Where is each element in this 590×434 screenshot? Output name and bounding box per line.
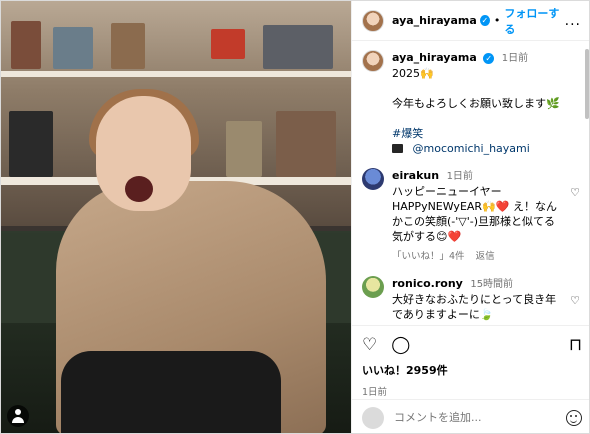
verified-icon: ✓ xyxy=(479,15,490,26)
hashtag-link[interactable]: #爆笑 xyxy=(392,126,582,141)
action-bar: ♡ ◯ ⊓ いいね！2959件 1日前 xyxy=(352,325,589,398)
figure xyxy=(11,21,41,69)
figure xyxy=(111,23,145,69)
person-mouth xyxy=(125,176,153,202)
header-username[interactable]: aya_hirayama xyxy=(392,14,477,27)
comment-box xyxy=(352,399,589,433)
comment-username[interactable]: ronico.rony xyxy=(392,277,463,290)
avatar[interactable] xyxy=(362,276,384,298)
heart-icon[interactable]: ♡ xyxy=(568,276,582,322)
comment-username[interactable]: eirakun xyxy=(392,169,439,182)
avatar xyxy=(362,406,384,429)
caption-line: 2025🙌 xyxy=(392,67,434,80)
person-pants xyxy=(61,351,281,433)
comment-icon[interactable]: ◯ xyxy=(391,336,410,354)
comment-input[interactable] xyxy=(394,411,566,424)
heart-icon[interactable]: ♡ xyxy=(362,336,377,354)
post-time[interactable]: 1日前 xyxy=(362,384,582,398)
comments-scroll-area[interactable]: aya_hirayama ✓ 1日前 2025🙌 今年もよろしくお願い致します🌿… xyxy=(352,42,589,322)
figure xyxy=(211,29,245,59)
comment-time[interactable]: 15時間前 xyxy=(470,279,513,290)
comment-likes[interactable]: 「いいね！」4件 xyxy=(392,251,465,262)
figure xyxy=(226,121,262,177)
emoji-icon[interactable] xyxy=(566,409,582,426)
caption: aya_hirayama ✓ 1日前 2025🙌 今年もよろしくお願い致します🌿… xyxy=(362,50,582,156)
separator-dot: • xyxy=(493,14,501,27)
heart-icon[interactable]: ♡ xyxy=(568,168,582,264)
video-camera-icon xyxy=(392,144,403,153)
figure xyxy=(263,25,333,69)
figure xyxy=(53,27,93,69)
like-count[interactable]: いいね！2959件 xyxy=(362,362,582,378)
bookmark-icon[interactable]: ⊓ xyxy=(569,336,582,354)
comment-text: ハッピーニューイヤーHAPPyNEWyEAR🙌❤️ え！なんかこの笑顔(-'▽'… xyxy=(392,185,557,243)
post-side-panel: aya_hirayama ✓ • フォローする ... aya_hirayama… xyxy=(351,1,589,433)
comment-item: ronico.rony 15時間前 大好きなおふたりにとって良き年でありますよー… xyxy=(362,276,582,322)
caption-time[interactable]: 1日前 xyxy=(502,53,528,64)
figure xyxy=(276,111,336,177)
post-photo[interactable] xyxy=(1,1,351,433)
shelf-board xyxy=(1,71,351,77)
comment-time[interactable]: 1日前 xyxy=(447,171,473,182)
caption-line: 今年もよろしくお願い致します🌿 xyxy=(392,97,560,110)
figure xyxy=(9,111,53,177)
comment-item: eirakun 1日前 ハッピーニューイヤーHAPPyNEWyEAR🙌❤️ え！… xyxy=(362,168,582,264)
more-options-icon[interactable]: ... xyxy=(565,13,581,29)
follow-button[interactable]: フォローする xyxy=(504,5,564,37)
reply-button[interactable]: 返信 xyxy=(476,251,495,262)
scrollbar[interactable] xyxy=(585,49,589,119)
avatar[interactable] xyxy=(362,168,384,190)
verified-icon: ✓ xyxy=(483,53,495,64)
tagged-user-icon[interactable] xyxy=(7,405,29,427)
avatar[interactable] xyxy=(362,9,384,32)
post-header: aya_hirayama ✓ • フォローする ... xyxy=(352,1,589,41)
post-dialog: aya_hirayama ✓ • フォローする ... aya_hirayama… xyxy=(0,0,590,434)
comment-text: 大好きなおふたりにとって良き年でありますよーに🍃 xyxy=(392,293,557,321)
caption-username[interactable]: aya_hirayama xyxy=(392,51,477,64)
avatar[interactable] xyxy=(362,50,384,72)
mention-link[interactable]: @mocomichi_hayami xyxy=(413,142,530,155)
